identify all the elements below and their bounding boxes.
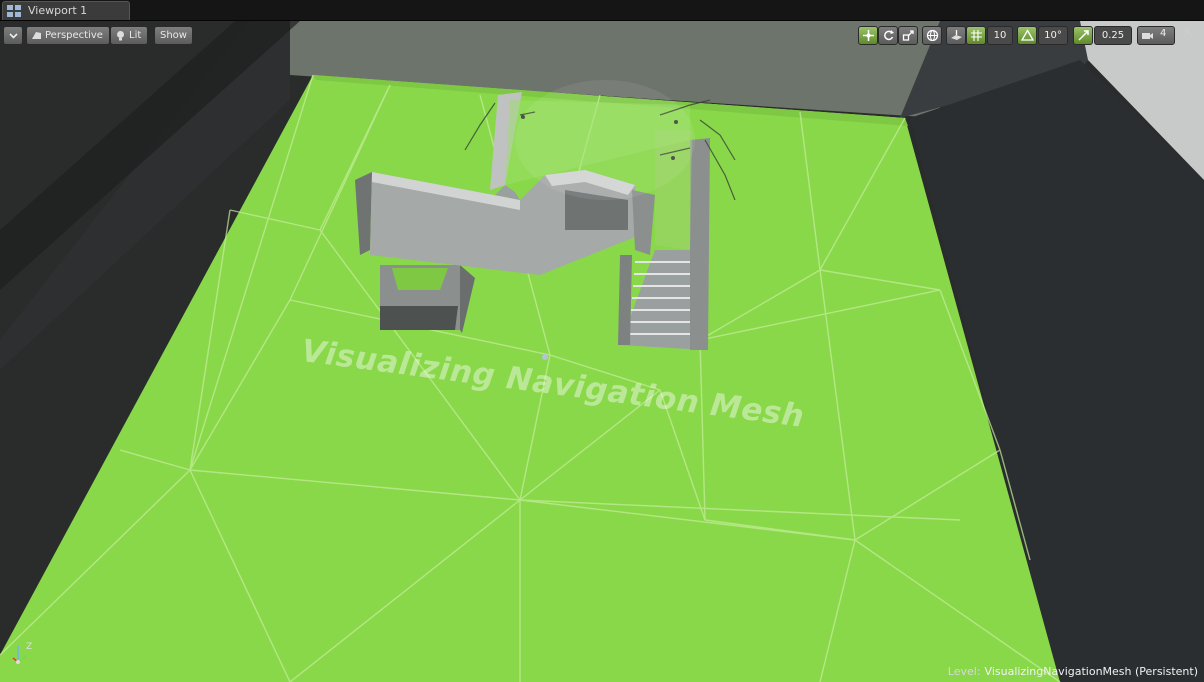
- lit-label: Lit: [129, 30, 142, 41]
- axis-z-label: Z: [26, 642, 33, 652]
- perspective-button[interactable]: Perspective: [26, 26, 110, 45]
- rotation-snap-value[interactable]: 10°: [1038, 26, 1068, 45]
- move-arrows-icon: [863, 30, 874, 41]
- grid-snap-button[interactable]: [966, 26, 986, 45]
- scale-mode-button[interactable]: [898, 26, 918, 45]
- level-label: Level:: [947, 665, 981, 678]
- viewport-grid-icon: [7, 5, 21, 17]
- grid-icon: [971, 30, 982, 41]
- scale-snap-button[interactable]: [1073, 26, 1093, 45]
- globe-icon: [926, 29, 939, 42]
- perspective-view-icon: [32, 32, 41, 39]
- translate-mode-button[interactable]: [858, 26, 878, 45]
- scene-render: [0, 21, 1204, 682]
- chevron-down-icon: [9, 33, 18, 39]
- angle-icon: [1021, 29, 1034, 41]
- level-status: Level: VisualizingNavigationMesh (Persist…: [948, 665, 1198, 678]
- tab-title: Viewport 1: [28, 4, 88, 17]
- axis-indicator-icon: [12, 646, 27, 664]
- scale-icon: [902, 30, 914, 41]
- camera-icon: [1142, 33, 1153, 39]
- camera-speed-value: 4: [1160, 28, 1167, 39]
- viewport-tabbar: Viewport 1: [0, 0, 1204, 21]
- rotation-snap-button[interactable]: [1017, 26, 1037, 45]
- rotate-icon: [884, 30, 894, 41]
- coordinate-system-button[interactable]: [922, 26, 942, 45]
- viewport-options-button[interactable]: [3, 26, 23, 45]
- lit-button[interactable]: Lit: [110, 26, 149, 45]
- show-button[interactable]: Show: [154, 26, 193, 45]
- level-name: VisualizingNavigationMesh (Persistent): [984, 665, 1198, 678]
- rotate-mode-button[interactable]: [878, 26, 898, 45]
- scale-snap-value[interactable]: 0.25: [1094, 26, 1132, 45]
- show-label: Show: [160, 30, 187, 41]
- surface-snap-icon: [951, 30, 962, 40]
- perspective-label: Perspective: [45, 30, 103, 41]
- surface-snapping-button[interactable]: [946, 26, 966, 45]
- tab-viewport-1[interactable]: Viewport 1: [2, 1, 130, 20]
- grid-snap-value[interactable]: 10: [987, 26, 1013, 45]
- level-viewport[interactable]: Visualizing Navigation Mesh Perspective …: [0, 21, 1204, 682]
- camera-speed-button[interactable]: 4: [1137, 26, 1175, 45]
- maximize-viewport-button[interactable]: ⇱: [1184, 28, 1192, 39]
- scale-snap-icon: [1078, 30, 1089, 41]
- lighting-bulb-icon: [117, 31, 124, 41]
